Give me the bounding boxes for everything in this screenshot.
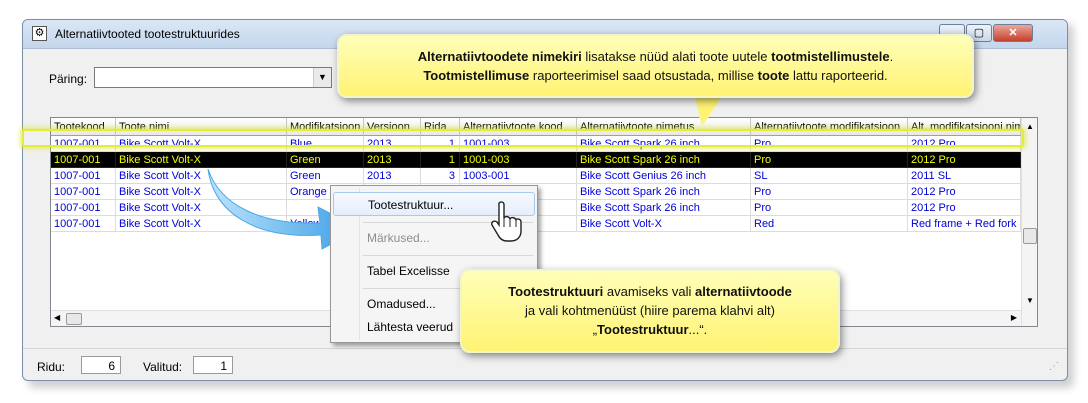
app-icon: ⚙	[32, 26, 47, 41]
table-cell[interactable]: Pro	[751, 152, 908, 168]
table-cell[interactable]: Pro	[751, 200, 908, 216]
callout-top: Alternatiivtoodete nimekiri lisatakse nü…	[337, 34, 974, 98]
callout-top-text-3: raporteerimisel saad otsustada, millise	[529, 68, 758, 83]
table-cell[interactable]: 2013	[364, 152, 421, 168]
callout-bottom-bold-1: Tootestruktuuri	[508, 284, 604, 299]
callout-pointer	[693, 94, 725, 128]
callout-top-bold-1: Alternatiivtoodete nimekiri	[417, 49, 582, 64]
callout-bottom: Tootestruktuuri avamiseks vali alternati…	[460, 269, 840, 353]
selected-row-outline	[22, 129, 1024, 147]
vertical-scroll-thumb[interactable]	[1023, 228, 1037, 244]
table-cell[interactable]: SL	[751, 168, 908, 184]
menu-separator	[363, 255, 533, 256]
selected-count: 1	[193, 356, 233, 374]
scroll-down-icon[interactable]: ▼	[1022, 292, 1037, 309]
table-cell[interactable]: 2013	[364, 168, 421, 184]
table-cell[interactable]: 1003-001	[460, 168, 577, 184]
table-cell[interactable]: 1007-001	[51, 152, 116, 168]
vertical-scrollbar[interactable]: ▲ ▼	[1021, 118, 1037, 326]
callout-bottom-text-2: ja vali kohtmenüüst (hiire parema klahvi…	[525, 303, 775, 318]
table-cell[interactable]: 2012 Pro	[908, 152, 1021, 168]
callout-top-text-2: .	[889, 49, 894, 64]
scroll-up-icon[interactable]: ▲	[1022, 118, 1037, 135]
callout-top-text-1: lisatakse nüüd alati toote uutele	[581, 49, 772, 64]
horizontal-scroll-thumb[interactable]	[66, 313, 82, 325]
table-cell[interactable]: 2012 Pro	[908, 184, 1021, 200]
table-cell[interactable]: 1007-001	[51, 184, 116, 200]
table-cell[interactable]: 1007-001	[51, 200, 116, 216]
callout-top-bold-4: toote	[757, 68, 790, 83]
scroll-right-icon[interactable]: ▶	[1011, 313, 1017, 322]
callout-top-bold-2: tootmistellimustele	[771, 49, 890, 64]
callout-top-bold-3: Tootmistellimuse	[423, 68, 530, 83]
callout-top-text-4: lattu raporteerid.	[789, 68, 888, 83]
table-cell[interactable]: Red frame + Red fork	[908, 216, 1021, 232]
table-cell[interactable]: Bike Scott Spark 26 inch	[577, 200, 751, 216]
table-cell[interactable]: 1	[421, 152, 460, 168]
callout-bottom-text-1: avamiseks vali	[603, 284, 696, 299]
callout-bottom-bold-3: Tootestruktuur	[597, 322, 689, 337]
dropdown-arrow-icon[interactable]: ▼	[313, 68, 331, 87]
query-label: Päring:	[49, 72, 88, 86]
table-cell[interactable]: Bike Scott Spark 26 inch	[577, 152, 751, 168]
table-cell[interactable]: Red	[751, 216, 908, 232]
table-cell[interactable]: Bike Scott Volt-X	[577, 216, 751, 232]
hand-cursor-icon	[491, 201, 522, 242]
close-button[interactable]: ✕	[993, 24, 1033, 42]
table-cell[interactable]: Pro	[751, 184, 908, 200]
table-cell[interactable]: 1007-001	[51, 168, 116, 184]
resize-grip-icon[interactable]: ⋰	[1049, 361, 1061, 373]
rows-count: 6	[81, 356, 121, 374]
table-cell[interactable]: 2011 SL	[908, 168, 1021, 184]
table-cell[interactable]: 2012 Pro	[908, 200, 1021, 216]
table-cell[interactable]: Bike Scott Genius 26 inch	[577, 168, 751, 184]
table-cell[interactable]: 3	[421, 168, 460, 184]
query-select[interactable]: ▼	[94, 67, 332, 88]
callout-bottom-text-4: ...“.	[688, 322, 708, 337]
table-cell[interactable]: 1001-003	[460, 152, 577, 168]
selected-label: Valitud:	[143, 360, 183, 374]
callout-bottom-bold-2: alternatiivtoode	[695, 284, 792, 299]
rows-label: Ridu:	[37, 360, 66, 374]
table-cell[interactable]: 1007-001	[51, 216, 116, 232]
table-cell[interactable]: Bike Scott Spark 26 inch	[577, 184, 751, 200]
window-title: Alternatiivtooted tootestruktuurides	[55, 27, 240, 41]
scroll-left-icon[interactable]: ◀	[54, 313, 60, 322]
